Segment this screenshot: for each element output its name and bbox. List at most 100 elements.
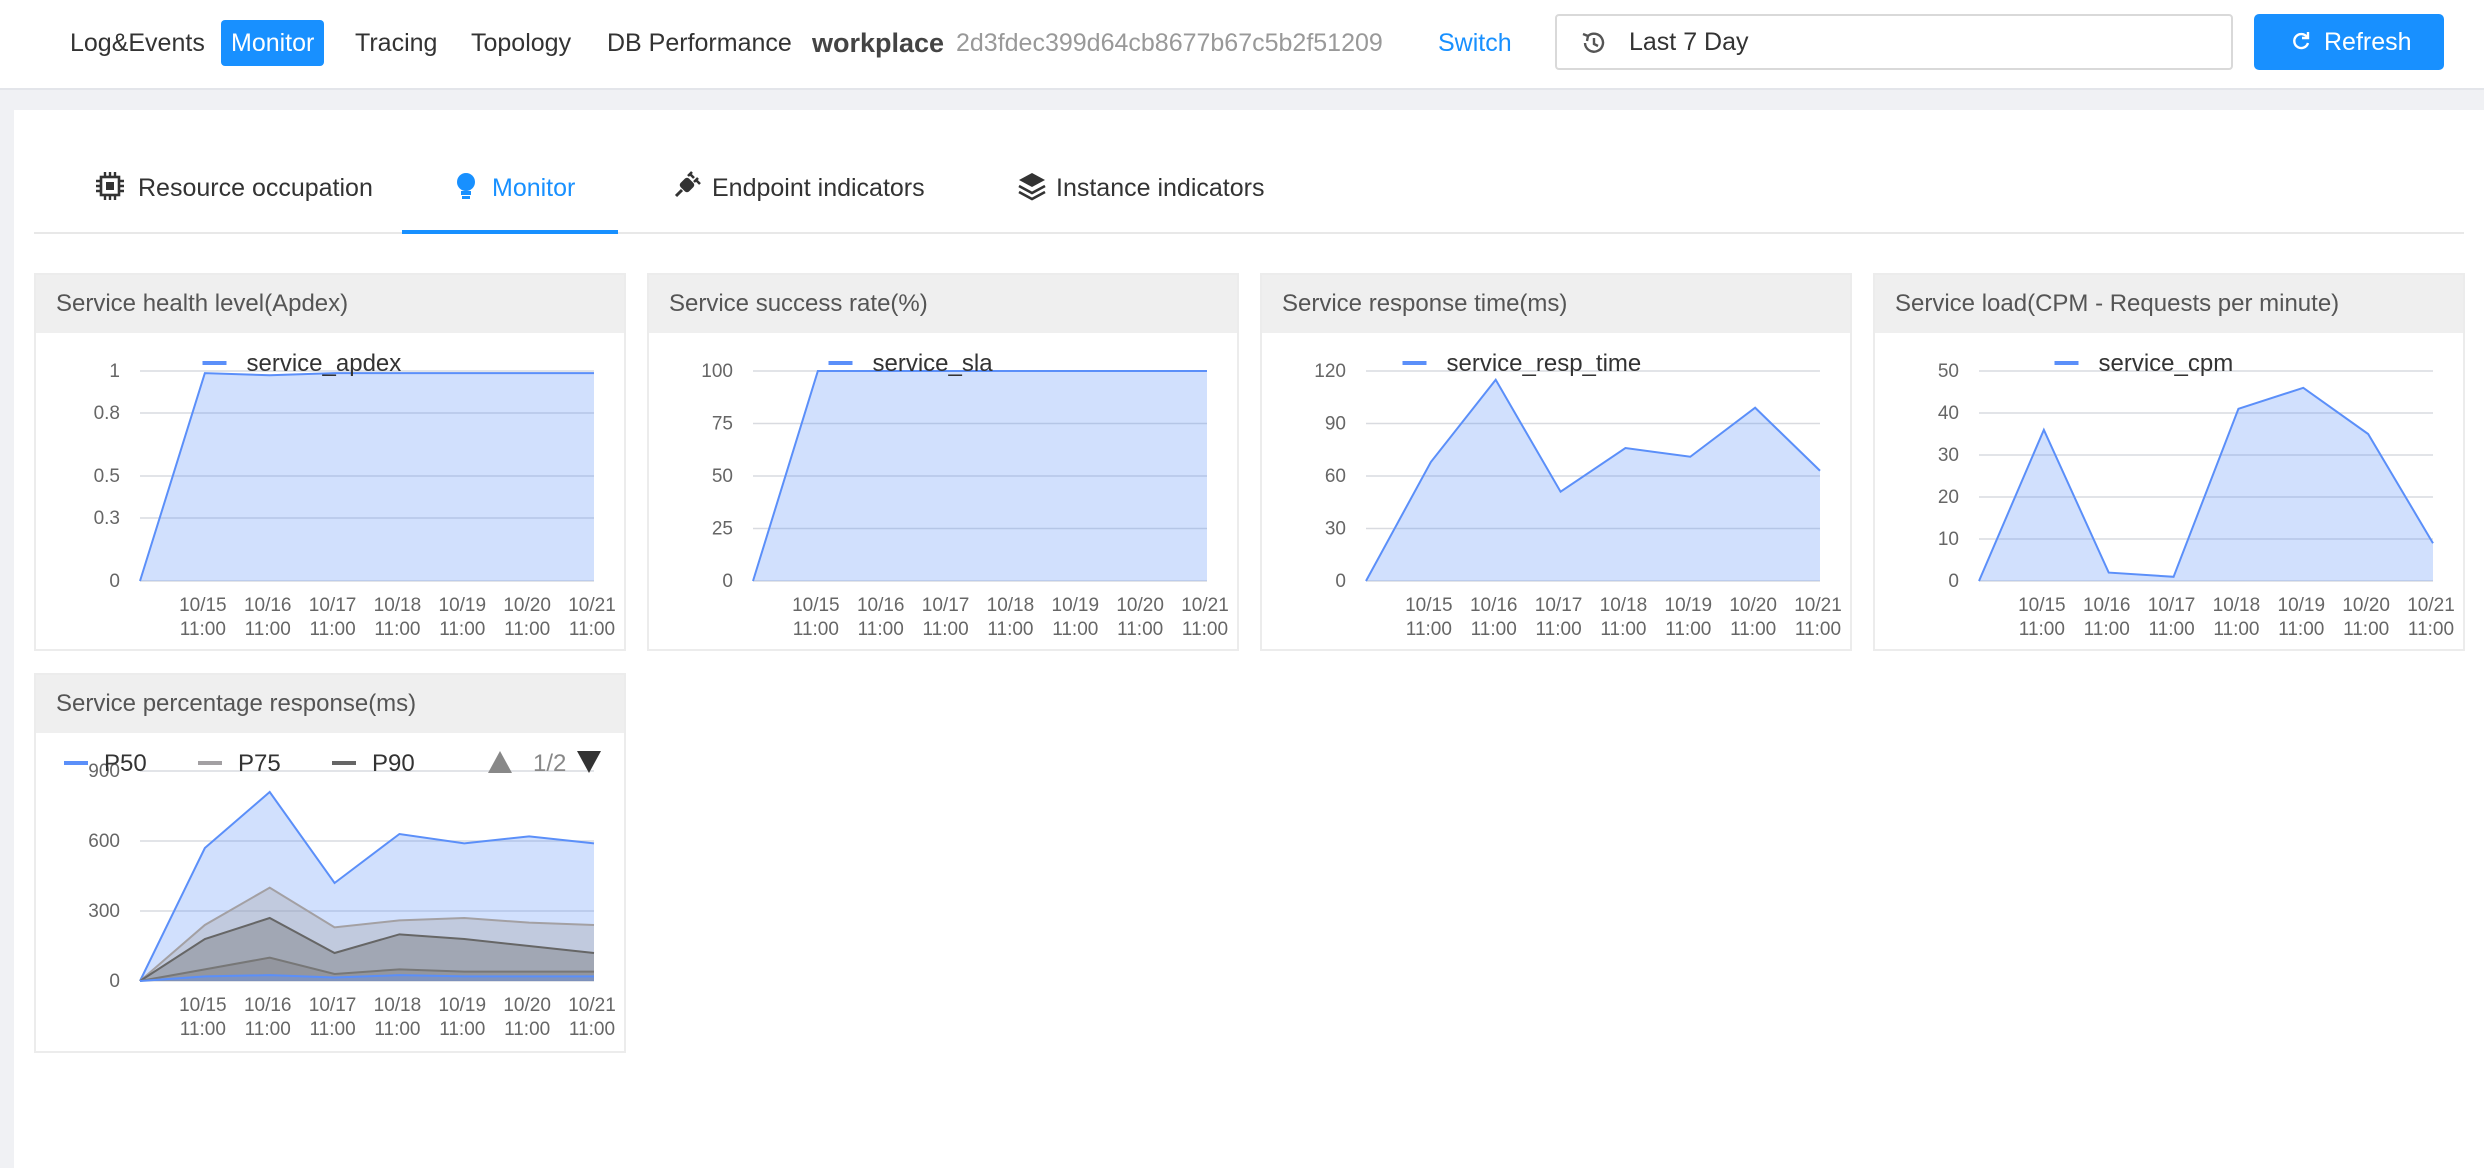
service-name: workplace bbox=[812, 28, 945, 58]
x-tick-label: 11:00 bbox=[245, 619, 291, 640]
series-area bbox=[140, 373, 594, 581]
x-tick-label: 10/17 bbox=[309, 995, 357, 1016]
plug-icon bbox=[674, 171, 701, 198]
x-tick-label: 10/20 bbox=[1116, 595, 1164, 616]
nav-log-events[interactable]: Log&Events bbox=[60, 20, 215, 66]
y-tick-label: 20 bbox=[1938, 487, 1959, 508]
legend-label: P50 bbox=[104, 750, 147, 777]
layers-icon bbox=[1018, 173, 1046, 201]
x-tick-label: 11:00 bbox=[858, 619, 904, 640]
x-tick-label: 11:00 bbox=[569, 1019, 615, 1040]
chart-card-percentile: Service percentage response(ms) 0 300 600 9… bbox=[34, 673, 626, 1053]
x-tick-label: 10/15 bbox=[179, 995, 227, 1016]
success-rate-chart: 0 25 50 75 100 10/15 11:00 10/16 11:00 10/17 11:00… bbox=[701, 350, 1229, 640]
dashboard-panel: Resource occupation Monitor Endpoint ind… bbox=[14, 110, 2484, 1168]
x-tick-label: 11:00 bbox=[1052, 619, 1098, 640]
x-tick-label: 11:00 bbox=[1795, 619, 1841, 640]
tab-label: Instance indicators bbox=[1056, 174, 1265, 202]
chart-title: Service success rate(%) bbox=[649, 275, 1237, 333]
tab-endpoint-indicators[interactable]: Endpoint indicators bbox=[670, 142, 970, 234]
series-area bbox=[1979, 387, 2433, 581]
chart-card-load: Service load(CPM - Requests per minute) … bbox=[1873, 273, 2465, 651]
nav-topology[interactable]: Topology bbox=[461, 20, 581, 66]
x-tick-label: 11:00 bbox=[1665, 619, 1711, 640]
chart-title: Service percentage response(ms) bbox=[36, 675, 624, 733]
y-tick-label: 0 bbox=[722, 571, 733, 592]
y-tick-label: 0 bbox=[1948, 571, 1959, 592]
nav-tracing[interactable]: Tracing bbox=[345, 20, 447, 66]
tab-resource-occupation[interactable]: Resource occupation bbox=[94, 142, 424, 234]
y-tick-label: 100 bbox=[701, 361, 733, 382]
x-tick-label: 10/16 bbox=[244, 995, 292, 1016]
y-tick-label: 10 bbox=[1938, 529, 1959, 550]
y-tick-label: 0 bbox=[109, 971, 120, 992]
x-tick-label: 11:00 bbox=[439, 619, 485, 640]
x-tick-label: 11:00 bbox=[569, 619, 615, 640]
x-tick-label: 11:00 bbox=[1182, 619, 1228, 640]
tab-monitor[interactable]: Monitor bbox=[402, 142, 618, 234]
legend-prev-icon[interactable] bbox=[488, 751, 512, 773]
time-range-value: Last 7 Day bbox=[1629, 28, 1749, 56]
chart-card-success-rate: Service success rate(%) 0 25 50 75 100 10/15 1… bbox=[647, 273, 1239, 651]
y-tick-label: 0 bbox=[1335, 571, 1346, 592]
x-tick-label: 11:00 bbox=[923, 619, 969, 640]
x-tick-label: 11:00 bbox=[1471, 619, 1517, 640]
legend-label: service_resp_time bbox=[1447, 350, 1642, 377]
x-tick-label: 10/18 bbox=[374, 995, 422, 1016]
x-tick-label: 10/20 bbox=[503, 595, 551, 616]
x-tick-label: 10/19 bbox=[439, 995, 487, 1016]
legend-next-icon[interactable] bbox=[577, 751, 601, 773]
legend-page-indicator: 1/2 bbox=[533, 750, 566, 777]
x-tick-label: 10/20 bbox=[2342, 595, 2390, 616]
x-tick-label: 10/16 bbox=[2083, 595, 2131, 616]
legend-label: service_cpm bbox=[2099, 350, 2234, 377]
y-tick-label: 0.8 bbox=[94, 403, 120, 424]
x-tick-label: 11:00 bbox=[374, 619, 420, 640]
time-range-picker[interactable]: Last 7 Day bbox=[1555, 14, 2233, 70]
x-tick-label: 10/19 bbox=[2278, 595, 2326, 616]
y-tick-label: 40 bbox=[1938, 403, 1959, 424]
y-tick-label: 50 bbox=[712, 466, 733, 487]
x-tick-label: 10/18 bbox=[987, 595, 1035, 616]
y-tick-label: 0.5 bbox=[94, 466, 120, 487]
bulb-icon bbox=[457, 173, 475, 199]
refresh-button[interactable]: Refresh bbox=[2254, 14, 2444, 70]
x-tick-label: 10/21 bbox=[1181, 595, 1229, 616]
x-tick-label: 11:00 bbox=[1536, 619, 1582, 640]
percentile-chart: 030060090010/1511:0010/1611:0010/1711:00… bbox=[64, 750, 616, 1040]
history-icon bbox=[1582, 32, 1605, 53]
y-tick-label: 25 bbox=[712, 519, 733, 540]
y-tick-label: 30 bbox=[1938, 445, 1959, 466]
x-tick-label: 11:00 bbox=[1730, 619, 1776, 640]
legend-label: P75 bbox=[238, 750, 281, 777]
x-tick-label: 10/18 bbox=[1600, 595, 1648, 616]
y-tick-label: 300 bbox=[88, 901, 120, 922]
switch-link[interactable]: Switch bbox=[1438, 20, 1512, 66]
x-tick-label: 10/21 bbox=[568, 595, 616, 616]
refresh-icon bbox=[2293, 32, 2310, 50]
nav-db-performance[interactable]: DB Performance bbox=[597, 20, 802, 66]
x-tick-label: 10/15 bbox=[2018, 595, 2066, 616]
dashboard-tabs: Resource occupation Monitor Endpoint ind… bbox=[34, 142, 2464, 234]
x-tick-label: 10/21 bbox=[1794, 595, 1842, 616]
x-tick-label: 11:00 bbox=[2019, 619, 2065, 640]
tab-instance-indicators[interactable]: Instance indicators bbox=[1016, 142, 1316, 234]
x-tick-label: 11:00 bbox=[2408, 619, 2454, 640]
chart-title: Service health level(Apdex) bbox=[36, 275, 624, 333]
legend-label: service_apdex bbox=[247, 350, 402, 377]
x-tick-label: 11:00 bbox=[504, 1019, 550, 1040]
refresh-label: Refresh bbox=[2324, 28, 2412, 56]
chip-icon bbox=[96, 172, 124, 200]
y-tick-label: 50 bbox=[1938, 361, 1959, 382]
legend-label: P90 bbox=[372, 750, 415, 777]
service-id: 2d3fdec399d64cb8677b67c5b2f51209 bbox=[956, 29, 1383, 57]
y-tick-label: 90 bbox=[1325, 414, 1346, 435]
x-tick-label: 10/15 bbox=[792, 595, 840, 616]
x-tick-label: 10/19 bbox=[439, 595, 487, 616]
x-tick-label: 10/15 bbox=[1405, 595, 1453, 616]
nav-monitor[interactable]: Monitor bbox=[221, 20, 325, 66]
x-tick-label: 11:00 bbox=[245, 1019, 291, 1040]
x-tick-label: 10/21 bbox=[568, 995, 616, 1016]
x-tick-label: 11:00 bbox=[987, 619, 1033, 640]
x-tick-label: 11:00 bbox=[1406, 619, 1452, 640]
